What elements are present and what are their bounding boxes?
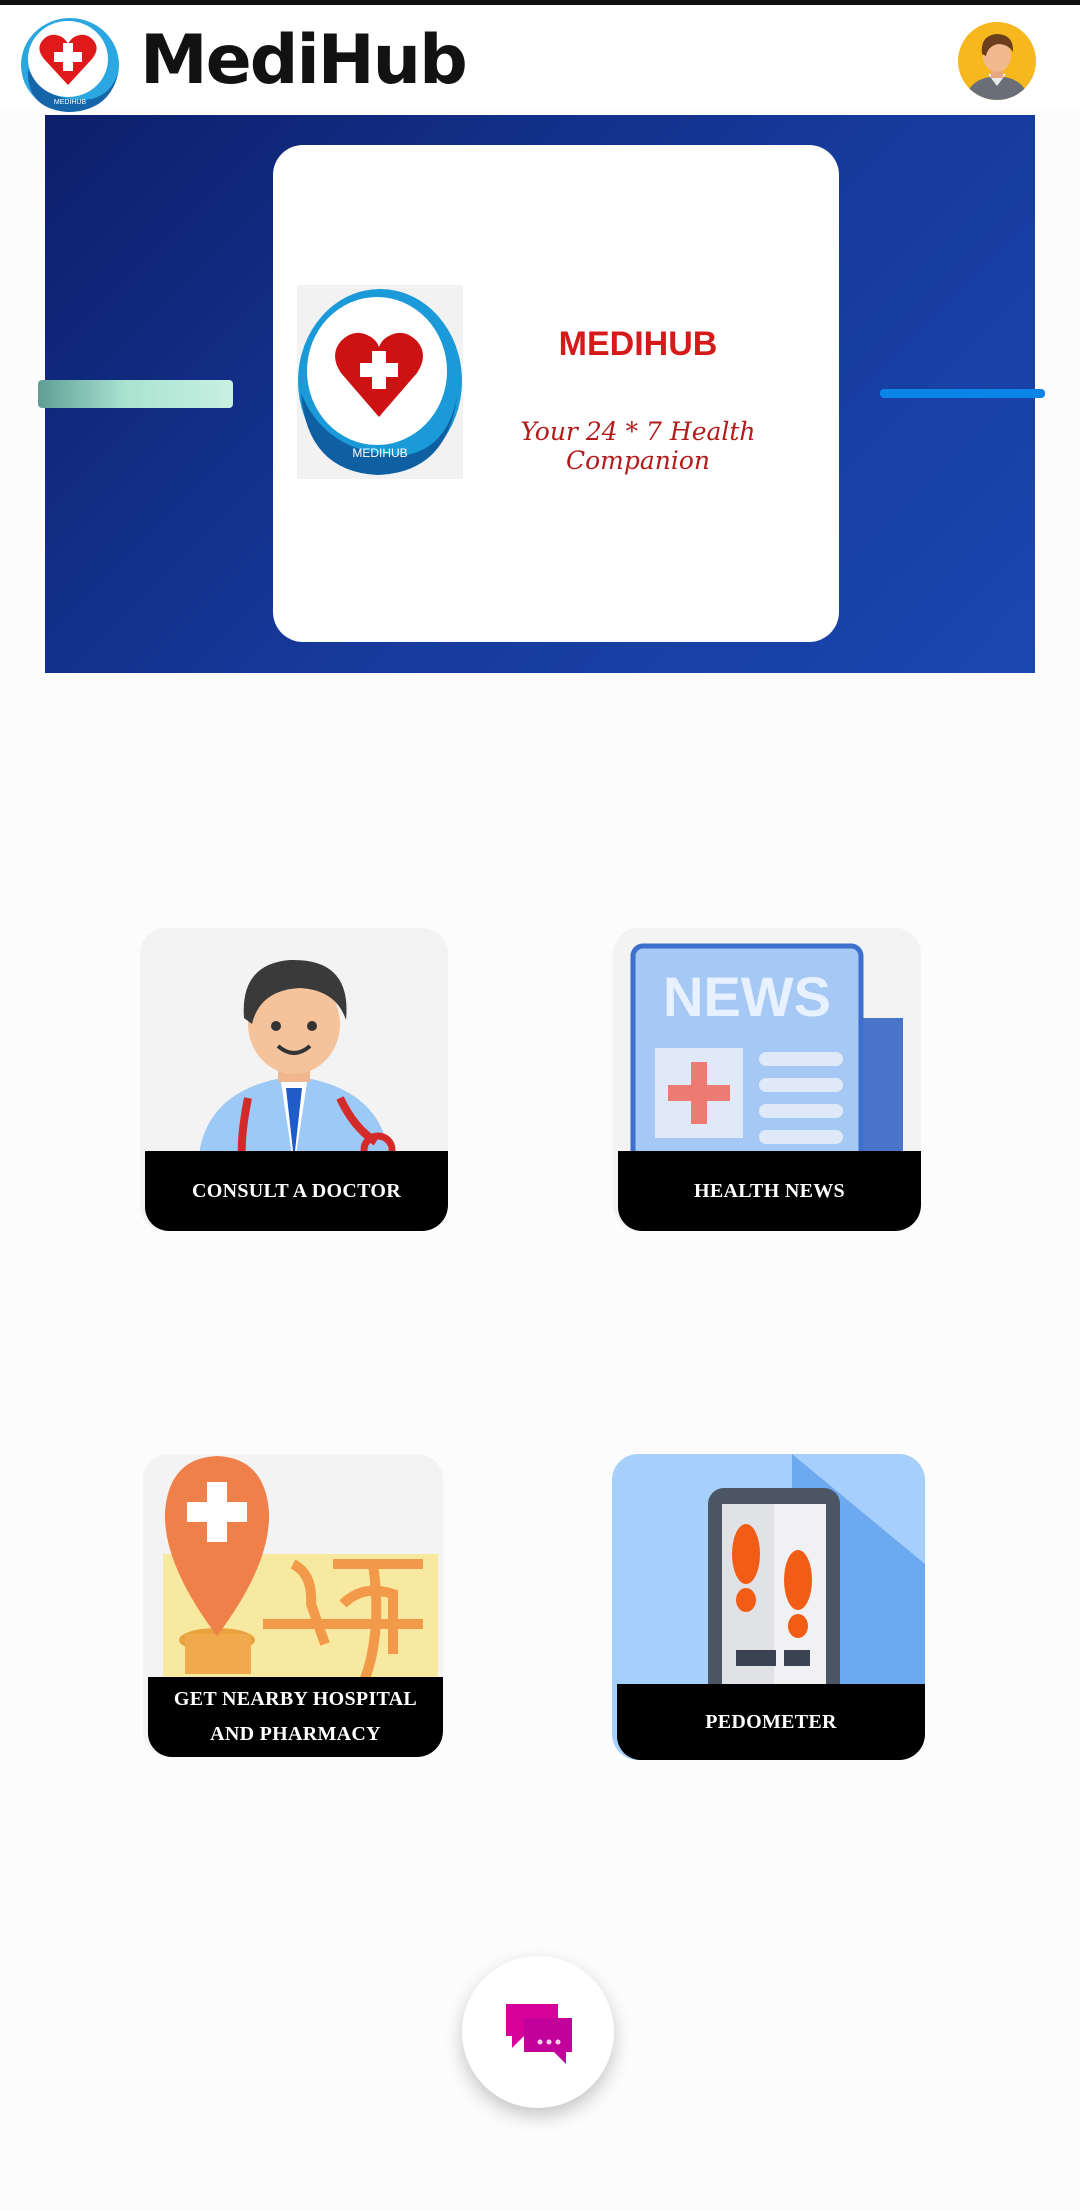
- banner-title: MEDIHUB: [558, 325, 718, 363]
- svg-text:NEWS: NEWS: [663, 965, 831, 1028]
- consult-doctor-tile[interactable]: CONSULT A DOCTOR: [140, 928, 448, 1231]
- svg-text:MEDIHUB: MEDIHUB: [352, 446, 407, 460]
- tile-label: PEDOMETER: [617, 1684, 925, 1760]
- tile-label: CONSULT A DOCTOR: [145, 1151, 448, 1231]
- tile-label: HEALTH NEWS: [618, 1151, 921, 1231]
- avatar-icon[interactable]: [958, 22, 1036, 100]
- banner-card: MEDIHUB MEDIHUB Your 24 * 7 Health Compa…: [273, 145, 839, 642]
- health-news-tile[interactable]: NEWS HEALTH NEWS: [613, 928, 921, 1231]
- carousel-next-slide[interactable]: [880, 389, 1045, 398]
- app-header: MEDIHUB MediHub: [0, 5, 1080, 113]
- carousel-prev-slide[interactable]: [38, 380, 233, 408]
- chat-bubbles-icon: [506, 2004, 572, 2064]
- nearby-hospital-pharmacy-tile[interactable]: GET NEARBY HOSPITAL AND PHARMACY: [143, 1454, 443, 1757]
- banner-logo-icon: MEDIHUB: [297, 285, 463, 479]
- app-title: MediHub: [140, 21, 468, 100]
- pedometer-tile[interactable]: PEDOMETER: [612, 1454, 925, 1760]
- banner-tagline: Your 24 * 7 Health Companion: [520, 417, 756, 475]
- promo-banner[interactable]: MEDIHUB MEDIHUB Your 24 * 7 Health Compa…: [38, 115, 1045, 673]
- chat-button[interactable]: [462, 1956, 614, 2108]
- medihub-logo-icon[interactable]: MEDIHUB: [18, 13, 122, 113]
- tile-label: GET NEARBY HOSPITAL AND PHARMACY: [148, 1677, 443, 1757]
- svg-text:MEDIHUB: MEDIHUB: [54, 99, 87, 106]
